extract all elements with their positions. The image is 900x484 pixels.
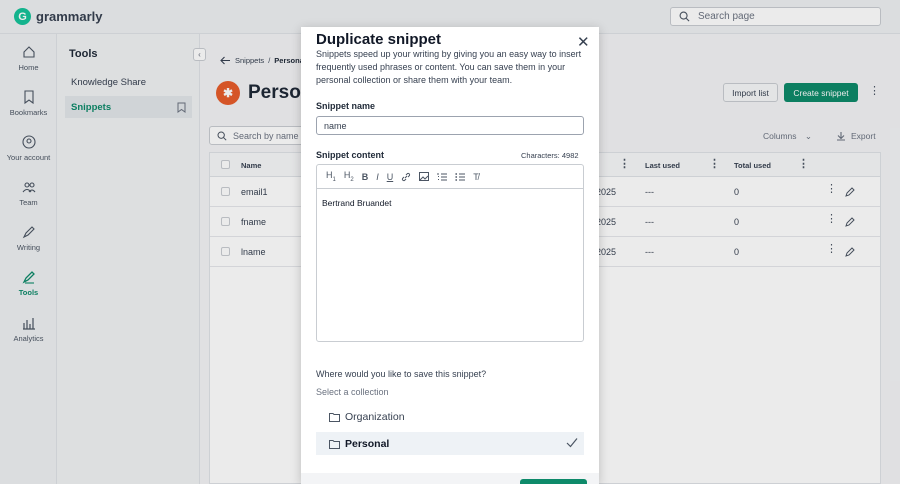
dialog-title: Duplicate snippet bbox=[316, 31, 442, 48]
snippet-name-label: Snippet name bbox=[316, 101, 376, 111]
snippet-content-text[interactable]: Bertrand Bruandet bbox=[322, 198, 391, 208]
collection-label: Personal bbox=[345, 437, 390, 450]
snippet-content-editor[interactable]: H1 H2 B I U T̸ Bertrand Bruandet bbox=[316, 164, 584, 342]
heading1-icon[interactable]: H1 bbox=[326, 170, 336, 183]
italic-icon[interactable]: I bbox=[376, 172, 379, 182]
checkmark-icon bbox=[566, 438, 578, 448]
link-icon[interactable] bbox=[401, 172, 411, 182]
snippet-name-input[interactable]: name bbox=[316, 116, 584, 135]
duplicate-snippet-dialog: Duplicate snippet ✕ Snippets speed up yo… bbox=[301, 27, 599, 484]
dialog-description: Snippets speed up your writing by giving… bbox=[316, 49, 582, 85]
heading2-icon[interactable]: H2 bbox=[344, 170, 354, 183]
collection-option-organization[interactable]: Organization bbox=[316, 405, 584, 428]
folder-icon bbox=[329, 439, 340, 449]
underline-icon[interactable]: U bbox=[387, 172, 394, 182]
bold-icon[interactable]: B bbox=[362, 172, 369, 182]
save-button[interactable] bbox=[520, 479, 587, 484]
ordered-list-icon[interactable] bbox=[437, 172, 448, 182]
save-location-question: Where would you like to save this snippe… bbox=[316, 369, 487, 379]
snippet-content-label: Snippet content bbox=[316, 150, 384, 160]
snippet-name-value: name bbox=[324, 120, 347, 131]
image-icon[interactable] bbox=[419, 172, 430, 181]
collection-option-personal[interactable]: Personal bbox=[316, 432, 584, 455]
select-collection-label: Select a collection bbox=[316, 387, 389, 397]
bullet-list-icon[interactable] bbox=[455, 172, 466, 182]
folder-icon bbox=[329, 412, 340, 422]
collection-label: Organization bbox=[345, 410, 405, 423]
character-count: Characters: 4982 bbox=[521, 151, 579, 160]
clear-format-icon[interactable]: T̸ bbox=[473, 172, 479, 182]
editor-toolbar: H1 H2 B I U T̸ bbox=[317, 165, 583, 189]
